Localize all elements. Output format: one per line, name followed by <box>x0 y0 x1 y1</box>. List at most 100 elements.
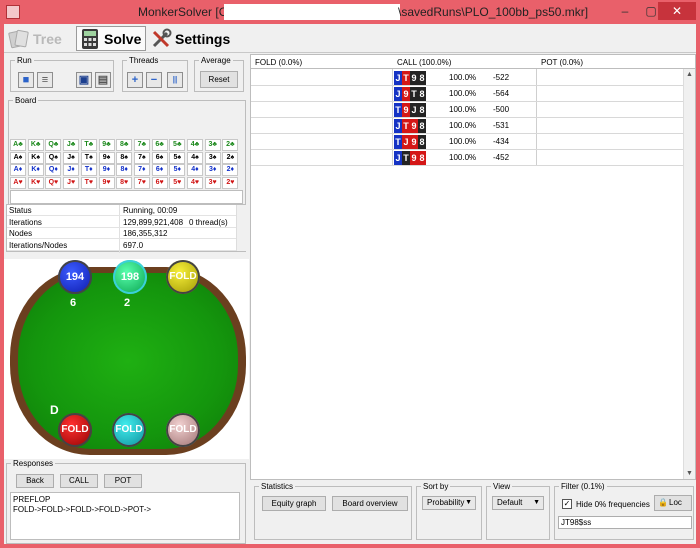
title-bar: MonkerSolver [C:\ \savedRuns\PLO_100bb_p… <box>0 0 700 24</box>
table-row[interactable]: T J 9 8 100.0% -434 <box>251 134 683 150</box>
action-log[interactable]: PREFLOP FOLD->FOLD->FOLD->FOLD->POT-> <box>10 492 240 540</box>
stats-scrollbar[interactable] <box>236 205 246 251</box>
board-card[interactable]: J♥ <box>63 176 80 189</box>
board-card[interactable]: 8♦ <box>116 164 133 176</box>
board-card[interactable]: 2♣ <box>222 139 239 151</box>
seat-4[interactable]: FOLD <box>58 413 92 447</box>
board-input[interactable] <box>10 190 243 204</box>
board-card[interactable]: Q♥ <box>45 176 62 189</box>
board-card[interactable]: K♥ <box>27 176 44 189</box>
document-icon: ≡ <box>41 74 49 86</box>
board-card[interactable]: 4♣ <box>187 139 203 151</box>
board-card[interactable]: Q♠ <box>45 151 62 164</box>
board-card[interactable]: K♠ <box>27 151 44 164</box>
board-card[interactable]: Q♣ <box>45 139 62 151</box>
view-select[interactable]: Default ▼ <box>492 496 544 510</box>
open-button[interactable]: ▤ <box>95 72 111 88</box>
board-card[interactable]: J♠ <box>63 151 80 164</box>
board-card[interactable]: K♦ <box>27 164 44 176</box>
board-card[interactable]: 4♠ <box>187 151 203 164</box>
table-row[interactable]: J T 9 8 100.0% -531 <box>251 118 683 134</box>
equity-graph-button[interactable]: Equity graph <box>262 496 326 511</box>
board-card[interactable]: 3♣ <box>204 139 221 151</box>
pot-button[interactable]: POT <box>104 474 142 488</box>
seat-5[interactable]: FOLD <box>112 413 146 447</box>
seat-3[interactable]: FOLD <box>166 260 200 294</box>
board-card[interactable]: 9♥ <box>98 176 115 189</box>
board-card[interactable]: 2♦ <box>222 164 239 176</box>
lock-button[interactable]: 🔒 Loc <box>654 495 692 511</box>
board-card[interactable]: A♠ <box>10 151 26 164</box>
seat-1[interactable]: 194 <box>58 260 92 294</box>
board-card[interactable]: T♦ <box>80 164 97 176</box>
tab-solve[interactable]: Solve <box>76 26 146 51</box>
board-card[interactable]: 3♥ <box>204 176 221 189</box>
board-card[interactable]: K♣ <box>27 139 44 151</box>
board-card[interactable]: 5♠ <box>169 151 186 164</box>
minimize-button[interactable]: – <box>614 2 636 20</box>
sortby-select[interactable]: Probability ▼ <box>422 496 476 510</box>
tab-tree[interactable]: Tree <box>8 26 62 51</box>
board-card[interactable]: T♠ <box>80 151 97 164</box>
filter-input[interactable]: JT98$ss <box>558 516 692 529</box>
table-row[interactable]: J T 9 8 100.0% -522 <box>251 70 683 86</box>
board-card[interactable]: J♣ <box>63 139 80 151</box>
board-card[interactable]: A♥ <box>10 176 26 189</box>
hide-zero-checkbox[interactable]: ✓ <box>562 499 572 509</box>
board-card[interactable]: 2♠ <box>222 151 239 164</box>
board-card[interactable]: T♥ <box>80 176 97 189</box>
tab-settings[interactable]: Settings <box>150 26 230 51</box>
board-card[interactable]: A♦ <box>10 164 26 176</box>
board-card[interactable]: 9♦ <box>98 164 115 176</box>
pause-button[interactable]: || <box>167 72 183 88</box>
board-card[interactable]: 6♣ <box>151 139 168 151</box>
board-card[interactable]: 6♦ <box>151 164 168 176</box>
board-card[interactable]: 3♠ <box>204 151 221 164</box>
board-card[interactable]: T♣ <box>80 139 97 151</box>
board-card[interactable]: 7♠ <box>133 151 150 164</box>
board-card[interactable]: 3♦ <box>204 164 221 176</box>
board-card[interactable]: 9♠ <box>98 151 115 164</box>
scroll-up-icon[interactable]: ▲ <box>686 71 693 78</box>
log-button[interactable]: ≡ <box>37 72 53 88</box>
save-button[interactable]: ▣ <box>76 72 92 88</box>
board-card[interactable]: 6♠ <box>151 151 168 164</box>
board-card[interactable]: 9♣ <box>98 139 115 151</box>
table-row[interactable]: J 9 T 8 100.0% -564 <box>251 86 683 102</box>
board-card[interactable]: 4♦ <box>187 164 203 176</box>
stop-button[interactable]: ■ <box>18 72 34 88</box>
board-card[interactable]: A♣ <box>10 139 26 151</box>
board-card[interactable]: 4♥ <box>187 176 203 189</box>
scroll-down-icon[interactable]: ▼ <box>686 470 693 477</box>
board-card[interactable]: 5♥ <box>169 176 186 189</box>
board-card[interactable]: J♦ <box>63 164 80 176</box>
board-card[interactable]: 5♦ <box>169 164 186 176</box>
board-card[interactable]: 8♥ <box>116 176 133 189</box>
add-thread-button[interactable]: + <box>127 72 143 88</box>
call-button[interactable]: CALL <box>60 474 98 488</box>
header-pot[interactable]: POT (0.0%) <box>541 58 583 67</box>
board-card[interactable]: 7♣ <box>133 139 150 151</box>
board-card[interactable]: 7♦ <box>133 164 150 176</box>
board-overview-button[interactable]: Board overview <box>332 496 408 511</box>
table-row[interactable]: T 9 J 8 100.0% -500 <box>251 102 683 118</box>
board-card[interactable]: 8♣ <box>116 139 133 151</box>
header-call[interactable]: CALL (100.0%) <box>397 58 451 67</box>
grid-scrollbar[interactable]: ▲ ▼ <box>683 69 695 479</box>
reset-button[interactable]: Reset <box>200 71 238 88</box>
board-card[interactable]: 5♣ <box>169 139 186 151</box>
board-card[interactable]: 2♥ <box>222 176 239 189</box>
seat-2[interactable]: 198 <box>113 260 147 294</box>
seat-6[interactable]: FOLD <box>166 413 200 447</box>
tree-cards-icon <box>8 28 30 50</box>
board-card[interactable]: 7♥ <box>133 176 150 189</box>
remove-thread-button[interactable]: − <box>146 72 162 88</box>
board-card[interactable]: Q♦ <box>45 164 62 176</box>
header-fold[interactable]: FOLD (0.0%) <box>255 58 302 67</box>
table-row[interactable]: J T 9 8 100.0% -452 <box>251 150 683 166</box>
stats-key: Iterations <box>9 217 42 227</box>
back-button[interactable]: Back <box>16 474 54 488</box>
close-button[interactable]: ✕ <box>658 2 696 20</box>
board-card[interactable]: 8♠ <box>116 151 133 164</box>
board-card[interactable]: 6♥ <box>151 176 168 189</box>
